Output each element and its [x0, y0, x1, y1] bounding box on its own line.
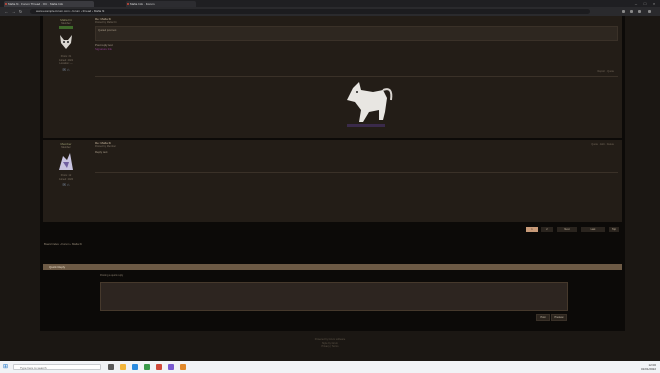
windows-start-icon[interactable]: ⊞	[3, 364, 9, 370]
post-meta: Posted by Mafia Fit	[95, 21, 117, 24]
footer-line[interactable]: Privacy | Terms	[0, 345, 660, 349]
page-button-1[interactable]: 1	[526, 227, 538, 232]
avatar[interactable]	[55, 31, 77, 53]
preview-button[interactable]: Preview	[551, 314, 567, 321]
app-icon[interactable]	[180, 364, 186, 370]
forward-icon[interactable]: →	[11, 9, 16, 14]
web-page: Mafia Fit Member Posts: 31 Joined: 2021 …	[0, 16, 660, 361]
author-stats: Posts: 12 Joined: 2020	[43, 174, 89, 181]
close-icon[interactable]: ×	[650, 1, 658, 6]
tab-title: Mafia fit · Forum Thread · OC · Mafia In…	[8, 2, 64, 6]
post-text: Reply text	[95, 150, 108, 154]
taskbar: ⊞ Type here to search 12:00 01/01/2022	[0, 361, 660, 373]
clock-date: 01/01/2022	[640, 367, 656, 371]
page-button-last[interactable]: Last	[581, 227, 605, 232]
favicon-icon	[127, 3, 129, 5]
contact-icons[interactable]: ✉ ⌂	[43, 182, 89, 187]
signature-link[interactable]: Signature link	[95, 47, 618, 51]
quote-text: Quoted post text	[98, 29, 117, 32]
quote-block: Quoted post text	[95, 26, 618, 41]
taskbar-search[interactable]: Type here to search	[13, 364, 101, 370]
browser-icon[interactable]	[156, 364, 162, 370]
search-placeholder: Type here to search	[20, 366, 47, 370]
page-button-top[interactable]: Top	[609, 227, 619, 232]
author-rank: Member	[61, 22, 71, 25]
contact-icons[interactable]: ✉ ⌂	[43, 67, 89, 72]
store-icon[interactable]	[144, 364, 150, 370]
extension-icon[interactable]	[630, 10, 633, 13]
menu-icon[interactable]	[648, 10, 651, 13]
rank-badge	[59, 26, 73, 29]
site-footer: Powered by forum software Style by forum…	[0, 338, 660, 349]
minimize-icon[interactable]: –	[632, 1, 640, 6]
forum-post: Member Member Posts: 12 Joined: 2020 ✉ ⌂…	[43, 140, 622, 222]
stat-line: Location: —	[59, 62, 73, 65]
signature-divider	[95, 76, 618, 77]
post-profile: Member Member Posts: 12 Joined: 2020 ✉ ⌂	[43, 140, 89, 222]
system-clock[interactable]: 12:00 01/01/2022	[641, 363, 656, 371]
url-field[interactable]: www.example-forum.com › forum › thread ›…	[30, 9, 590, 14]
page-button-2[interactable]: 2	[541, 227, 553, 232]
author-rank: Member	[61, 146, 71, 149]
profile-icon[interactable]	[638, 10, 641, 13]
task-view-icon[interactable]	[108, 364, 114, 370]
url-text: www.example-forum.com › forum › thread ›…	[36, 9, 105, 13]
signature-divider	[95, 172, 618, 173]
address-bar-row: ← → ↻ www.example-forum.com › forum › th…	[0, 7, 660, 16]
breadcrumb[interactable]: Board index › Forum › Mafia fit	[44, 242, 82, 246]
edge-icon[interactable]	[132, 364, 138, 370]
browser-tab-bar: Mafia fit · Forum Thread · OC · Mafia In…	[0, 0, 660, 7]
forum-container: Mafia Fit Member Posts: 31 Joined: 2021 …	[40, 16, 625, 331]
tab-title: Mafia Info · Forum	[130, 2, 155, 6]
back-icon[interactable]: ←	[4, 9, 9, 14]
quick-reply-textarea[interactable]	[100, 282, 568, 311]
app-icon[interactable]	[168, 364, 174, 370]
maximize-icon[interactable]: □	[641, 1, 649, 6]
author-stats: Posts: 31 Joined: 2021 Location: —	[43, 55, 89, 66]
stat-line: Joined: 2020	[58, 177, 74, 181]
post-body: Re: Mafia fit Posted by Member Reply tex…	[95, 140, 618, 222]
file-explorer-icon[interactable]	[120, 364, 126, 370]
extension-icon[interactable]	[622, 10, 625, 13]
quick-reply-note: Posting a quick reply	[100, 274, 124, 277]
post-meta: Posted by Member	[95, 145, 116, 148]
avatar[interactable]	[55, 150, 77, 172]
post-profile: Mafia Fit Member Posts: 31 Joined: 2021 …	[43, 16, 89, 138]
quick-reply-header: Quick Reply	[43, 264, 622, 270]
reload-icon[interactable]: ↻	[18, 9, 23, 14]
post-actions[interactable]: Report · Quote	[597, 70, 614, 73]
forum-post: Mafia Fit Member Posts: 31 Joined: 2021 …	[43, 16, 622, 138]
favicon-icon	[5, 3, 7, 5]
post-button[interactable]: Post	[536, 314, 550, 321]
quick-reply-title: Quick Reply	[49, 265, 66, 269]
post-body: Re: Mafia fit Posted by Mafia Fit Quoted…	[95, 16, 618, 138]
post-actions[interactable]: Quote · Edit · Delete	[591, 143, 614, 146]
page-button-next[interactable]: Next	[557, 227, 577, 232]
signature-image	[347, 82, 393, 127]
